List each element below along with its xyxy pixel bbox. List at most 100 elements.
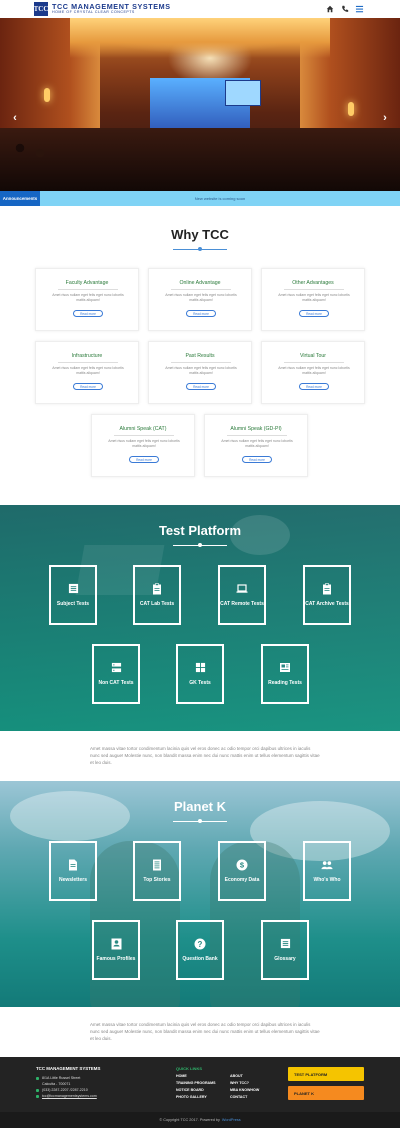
card-divider bbox=[284, 289, 344, 290]
tile-label: Question Bank bbox=[182, 955, 218, 962]
header-icons bbox=[325, 4, 364, 13]
tile-label: Non CAT Tests bbox=[98, 679, 134, 686]
profile-card-icon bbox=[110, 938, 122, 950]
phone-icon bbox=[36, 1088, 39, 1092]
test-platform-section: Test Platform Subject Tests CAT Lab Tests… bbox=[0, 505, 400, 731]
hero-slider[interactable]: ‹ › bbox=[0, 18, 400, 191]
brand-title: TCC MANAGEMENT SYSTEMS bbox=[52, 2, 171, 11]
card-title: Past Results bbox=[185, 353, 215, 359]
card-title: Infrastructure bbox=[71, 353, 103, 359]
read-more-button[interactable]: Read more bbox=[299, 310, 329, 317]
hero-image-lamp bbox=[44, 88, 50, 102]
read-more-button[interactable]: Read more bbox=[242, 456, 272, 463]
list-icon bbox=[279, 938, 291, 950]
why-card: Virtual Tour Amet risus nullam eget felis… bbox=[261, 341, 365, 404]
tile-who-s-who[interactable]: Who's Who bbox=[303, 841, 351, 901]
newspaper-icon bbox=[279, 662, 291, 674]
server-icon bbox=[110, 662, 122, 674]
read-more-button[interactable]: Read more bbox=[129, 456, 159, 463]
question-icon: ? bbox=[194, 938, 206, 950]
tile-label: Subject Tests bbox=[56, 600, 90, 607]
card-title: Faculty Advantage bbox=[65, 280, 109, 286]
footer-link-home[interactable]: HOME bbox=[176, 1074, 187, 1078]
tile-newsletters[interactable]: Newsletters bbox=[49, 841, 97, 901]
hero-image-ceiling bbox=[70, 18, 330, 58]
title-divider-dot bbox=[198, 543, 202, 547]
slider-prev-button[interactable]: ‹ bbox=[10, 112, 20, 124]
tile-label: Newsletters bbox=[58, 876, 88, 883]
location-icon bbox=[36, 1076, 39, 1080]
people-icon bbox=[321, 859, 333, 871]
tile-non-cat-tests[interactable]: Non CAT Tests bbox=[92, 644, 140, 704]
tile-top-stories[interactable]: Top Stories bbox=[133, 841, 181, 901]
wordpress-link[interactable]: WordPress bbox=[222, 1118, 241, 1122]
card-divider bbox=[171, 289, 231, 290]
card-title: Alumni Speak (CAT) bbox=[119, 426, 167, 432]
tile-economy-data[interactable]: $ Economy Data bbox=[218, 841, 266, 901]
planet-k-button[interactable]: PLANET K bbox=[288, 1086, 364, 1100]
card-text: Amet risus nullam eget felis eget nunc l… bbox=[165, 293, 237, 302]
footer-link-training[interactable]: TRAINING PROGRAMS bbox=[176, 1081, 216, 1085]
tile-question-bank[interactable]: ? Question Bank bbox=[176, 920, 224, 980]
footer-link-mba[interactable]: MBA KNOWHOW bbox=[230, 1088, 259, 1092]
test-platform-title: Test Platform bbox=[158, 523, 242, 538]
card-divider bbox=[284, 362, 344, 363]
footer-address-line1: 8/1A Little Russel Street bbox=[42, 1076, 81, 1080]
read-more-button[interactable]: Read more bbox=[186, 310, 216, 317]
tile-glossary[interactable]: Glossary bbox=[261, 920, 309, 980]
card-text: Amet risus nullam eget felis eget nunc l… bbox=[52, 293, 124, 302]
footer-email-link[interactable]: tcc@tccmanagementsystems.com bbox=[42, 1094, 97, 1098]
footer-link-about[interactable]: ABOUT bbox=[230, 1074, 243, 1078]
announcement-bar: Announcements New website is coming soon bbox=[0, 191, 400, 206]
read-more-button[interactable]: Read more bbox=[73, 383, 103, 390]
footer-link-notice[interactable]: NOTICE BOARD bbox=[176, 1088, 204, 1092]
card-divider bbox=[171, 362, 231, 363]
why-card: Infrastructure Amet risus nullam eget fel… bbox=[35, 341, 139, 404]
planet-k-section: Planet K Newsletters Top Stories $ Economy … bbox=[0, 781, 400, 1007]
announcement-text[interactable]: New website is coming soon bbox=[40, 191, 400, 206]
logo[interactable]: TCC bbox=[34, 2, 48, 16]
menu-icon[interactable] bbox=[355, 4, 364, 13]
tile-cat-remote-tests[interactable]: CAT Remote Tests bbox=[218, 565, 266, 625]
phone-icon[interactable] bbox=[340, 4, 349, 13]
tile-label: Glossary bbox=[274, 955, 296, 962]
read-more-button[interactable]: Read more bbox=[186, 383, 216, 390]
card-title: Virtual Tour bbox=[299, 353, 327, 359]
why-card: Alumni Speak (GD-PI) Amet risus nullam eg… bbox=[204, 414, 308, 477]
tile-famous-profiles[interactable]: Famous Profiles bbox=[92, 920, 140, 980]
read-more-button[interactable]: Read more bbox=[299, 383, 329, 390]
tile-cat-lab-tests[interactable]: CAT Lab Tests bbox=[133, 565, 181, 625]
brand[interactable]: TCC MANAGEMENT SYSTEMS HOME OF CRYSTAL C… bbox=[52, 3, 171, 15]
footer-title: TCC MANAGEMENT SYSTEMS bbox=[36, 1066, 101, 1071]
read-more-button[interactable]: Read more bbox=[73, 310, 103, 317]
footer-email: tcc@tccmanagementsystems.com bbox=[36, 1094, 97, 1098]
quick-links-title: QUICK LINKS bbox=[176, 1066, 202, 1071]
title-divider-dot bbox=[198, 247, 202, 251]
footer-link-gallery[interactable]: PHOTO GALLERY bbox=[176, 1095, 207, 1099]
tile-subject-tests[interactable]: Subject Tests bbox=[49, 565, 97, 625]
card-text: Amet risus nullam eget felis eget nunc l… bbox=[278, 293, 350, 302]
hero-image-screen bbox=[225, 80, 261, 106]
slider-next-button[interactable]: › bbox=[380, 112, 390, 124]
hero-image-crowd bbox=[0, 128, 400, 191]
test-platform-button[interactable]: TEST PLATFORM bbox=[288, 1067, 364, 1081]
tile-gk-tests[interactable]: GK Tests bbox=[176, 644, 224, 704]
home-icon[interactable] bbox=[325, 4, 334, 13]
hero-image-lamp bbox=[348, 102, 354, 116]
card-text: Amet risus nullam eget felis eget nunc l… bbox=[165, 366, 237, 375]
tile-reading-tests[interactable]: Reading Tests bbox=[261, 644, 309, 704]
title-divider-dot bbox=[198, 819, 202, 823]
dollar-icon: $ bbox=[236, 859, 248, 871]
tile-cat-archive-tests[interactable]: CAT Archive Tests bbox=[303, 565, 351, 625]
footer-link-contact[interactable]: CONTACT bbox=[230, 1095, 247, 1099]
intro-paragraph: Amet massa vitae tortor condimentum laci… bbox=[90, 746, 320, 765]
footer-link-why[interactable]: WHY TCC? bbox=[230, 1081, 249, 1085]
card-title: Alumni Speak (GD-PI) bbox=[230, 426, 282, 432]
planet-k-title: Planet K bbox=[173, 799, 226, 814]
list-icon bbox=[67, 583, 79, 595]
clipboard-icon bbox=[321, 582, 333, 595]
footer-phone-text[interactable]: (033) 2287-2207 /2287-2210 bbox=[42, 1088, 88, 1092]
tile-label: CAT Archive Tests bbox=[305, 600, 349, 607]
card-text: Amet risus nullam eget felis eget nunc l… bbox=[108, 439, 180, 448]
why-card: Alumni Speak (CAT) Amet risus nullam eget… bbox=[91, 414, 195, 477]
